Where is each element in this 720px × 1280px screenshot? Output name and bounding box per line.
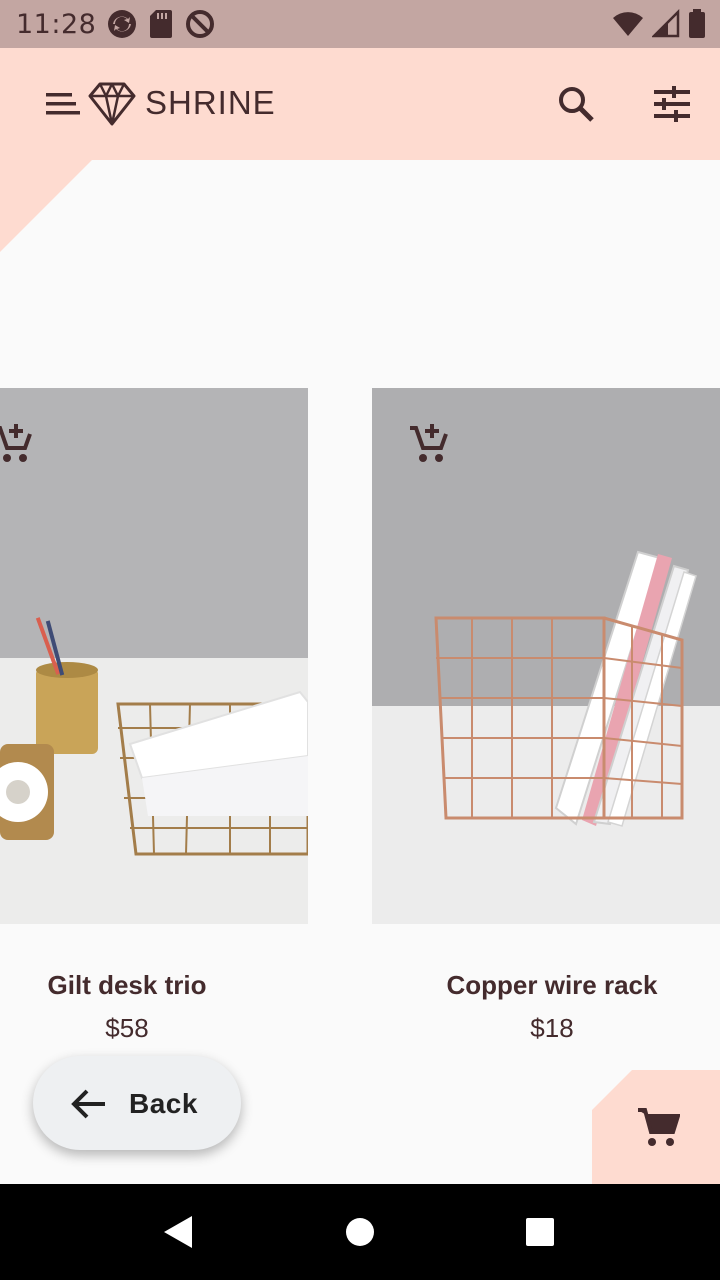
menu-icon[interactable]: [40, 82, 84, 126]
status-time: 11:28: [16, 9, 97, 40]
diamond-logo-icon: [88, 82, 136, 126]
battery-icon: [689, 9, 705, 38]
product-image[interactable]: [372, 388, 720, 924]
backdrop-corner-cut: [0, 160, 92, 252]
nav-recents-icon[interactable]: [525, 1217, 555, 1247]
app-bar: SHRINE: [0, 48, 720, 160]
status-system-icons: [612, 8, 706, 40]
sync-icon: [108, 10, 136, 38]
app-title: SHRINE: [145, 84, 276, 121]
product-name: Copper wire rack: [446, 970, 658, 1000]
nav-back-icon[interactable]: [162, 1214, 194, 1250]
product-price: $18: [530, 1013, 574, 1043]
do-not-disturb-icon: [186, 10, 214, 38]
search-icon[interactable]: [552, 80, 600, 128]
status-bar: 11:28: [0, 0, 720, 48]
product-price: $58: [105, 1013, 149, 1043]
wifi-icon: [613, 12, 643, 36]
add-shopping-cart-icon[interactable]: [0, 420, 36, 468]
shopping-cart-icon[interactable]: [636, 1106, 680, 1150]
product-image[interactable]: [0, 388, 308, 924]
back-label: Back: [129, 1088, 198, 1119]
product-name: Gilt desk trio: [47, 970, 207, 1000]
tune-icon[interactable]: [648, 80, 696, 128]
status-notification-icons: [106, 8, 216, 40]
add-shopping-cart-icon[interactable]: [404, 420, 452, 468]
nav-home-icon[interactable]: [345, 1217, 375, 1247]
cellular-signal-icon: [652, 8, 680, 38]
arrow-back-icon: [71, 1089, 105, 1119]
sd-card-icon: [150, 10, 172, 38]
back-button[interactable]: Back: [33, 1056, 241, 1150]
